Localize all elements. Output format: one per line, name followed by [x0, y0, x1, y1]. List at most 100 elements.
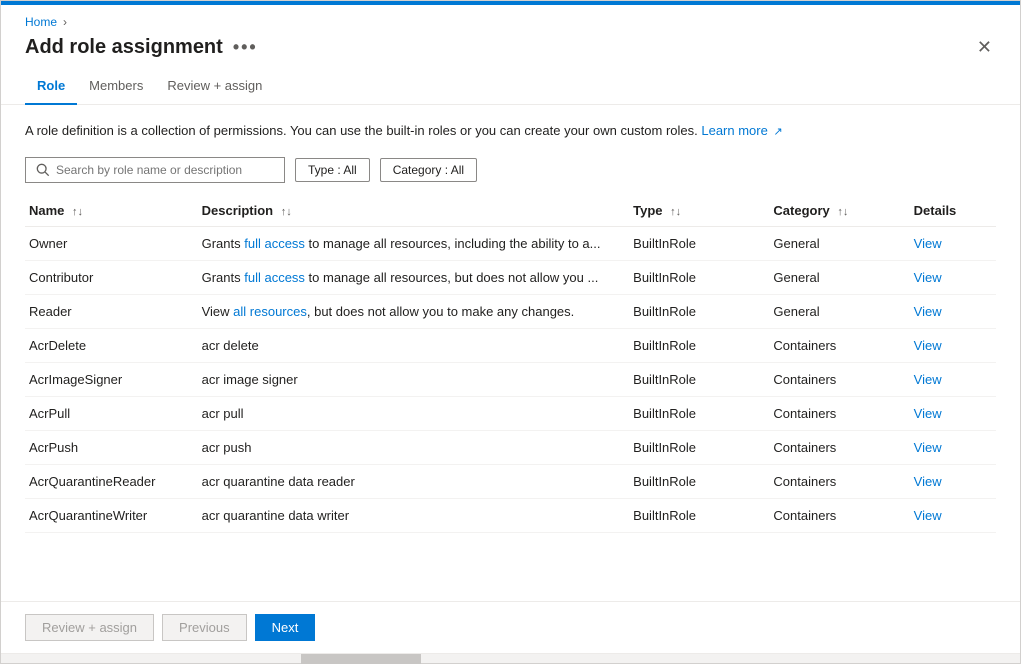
sort-icon-category: ↑↓: [837, 206, 848, 218]
dialog-title: Add role assignment •••: [25, 36, 258, 59]
cell-category: General: [769, 260, 909, 294]
cell-description: acr push: [198, 430, 630, 464]
cell-details: View: [910, 362, 996, 396]
view-link[interactable]: View: [914, 372, 942, 387]
horizontal-scrollbar[interactable]: [1, 653, 1020, 663]
view-link[interactable]: View: [914, 338, 942, 353]
cell-category: Containers: [769, 328, 909, 362]
view-link[interactable]: View: [914, 304, 942, 319]
table-row[interactable]: AcrPushacr pushBuiltInRoleContainers View: [25, 430, 996, 464]
cell-description: View all resources, but does not allow y…: [198, 294, 630, 328]
cell-type: BuiltInRole: [629, 464, 769, 498]
more-options-icon[interactable]: •••: [233, 37, 258, 58]
title-text: Add role assignment: [25, 36, 223, 59]
cell-category: General: [769, 226, 909, 260]
col-header-description[interactable]: Description ↑↓: [198, 195, 630, 227]
add-role-assignment-dialog: Home › Add role assignment ••• ✕ Role Me…: [0, 0, 1021, 664]
cell-type: BuiltInRole: [629, 260, 769, 294]
previous-button[interactable]: Previous: [162, 614, 247, 641]
cell-category: General: [769, 294, 909, 328]
cell-name: AcrPull: [25, 396, 198, 430]
cell-details: View: [910, 396, 996, 430]
col-header-category[interactable]: Category ↑↓: [769, 195, 909, 227]
cell-details: View: [910, 498, 996, 532]
cell-name: AcrQuarantineWriter: [25, 498, 198, 532]
footer: Review + assign Previous Next: [1, 601, 1020, 653]
dialog-header: Add role assignment ••• ✕: [1, 33, 1020, 70]
cell-name: Contributor: [25, 260, 198, 294]
cell-description: acr quarantine data writer: [198, 498, 630, 532]
tab-members[interactable]: Members: [77, 70, 155, 105]
category-filter-pill[interactable]: Category : All: [380, 158, 477, 182]
view-link[interactable]: View: [914, 474, 942, 489]
next-button[interactable]: Next: [255, 614, 316, 641]
col-header-type[interactable]: Type ↑↓: [629, 195, 769, 227]
table-row[interactable]: ReaderView all resources, but does not a…: [25, 294, 996, 328]
cell-description: acr quarantine data reader: [198, 464, 630, 498]
cell-type: BuiltInRole: [629, 430, 769, 464]
col-header-name[interactable]: Name ↑↓: [25, 195, 198, 227]
sort-icon-description: ↑↓: [281, 206, 292, 218]
horizontal-scrollbar-thumb[interactable]: [301, 654, 421, 664]
learn-more-link[interactable]: Learn more ↗: [701, 123, 782, 138]
table-row[interactable]: AcrPullacr pullBuiltInRoleContainers View: [25, 396, 996, 430]
description-text: A role definition is a collection of per…: [25, 121, 996, 141]
table-row[interactable]: OwnerGrants full access to manage all re…: [25, 226, 996, 260]
col-header-details: Details: [910, 195, 996, 227]
close-button[interactable]: ✕: [973, 33, 996, 62]
table-row[interactable]: AcrQuarantineReaderacr quarantine data r…: [25, 464, 996, 498]
breadcrumb-separator: ›: [63, 15, 67, 29]
cell-description: acr delete: [198, 328, 630, 362]
search-box[interactable]: [25, 157, 285, 183]
table-row[interactable]: AcrQuarantineWriteracr quarantine data w…: [25, 498, 996, 532]
table-header-row: Name ↑↓ Description ↑↓ Type ↑↓ Category …: [25, 195, 996, 227]
cell-name: Owner: [25, 226, 198, 260]
table-row[interactable]: AcrDeleteacr deleteBuiltInRoleContainers…: [25, 328, 996, 362]
cell-type: BuiltInRole: [629, 498, 769, 532]
close-icon: ✕: [977, 37, 992, 58]
cell-category: Containers: [769, 362, 909, 396]
cell-name: Reader: [25, 294, 198, 328]
cell-type: BuiltInRole: [629, 396, 769, 430]
view-link[interactable]: View: [914, 406, 942, 421]
table-row[interactable]: ContributorGrants full access to manage …: [25, 260, 996, 294]
view-link[interactable]: View: [914, 440, 942, 455]
cell-name: AcrImageSigner: [25, 362, 198, 396]
content-area: A role definition is a collection of per…: [1, 105, 1020, 601]
tab-role[interactable]: Role: [25, 70, 77, 105]
cell-category: Containers: [769, 498, 909, 532]
cell-description: acr pull: [198, 396, 630, 430]
sort-icon-name: ↑↓: [72, 206, 83, 218]
breadcrumb-home-link[interactable]: Home: [25, 15, 57, 29]
cell-type: BuiltInRole: [629, 294, 769, 328]
cell-name: AcrPush: [25, 430, 198, 464]
filters-row: Type : All Category : All: [25, 157, 996, 183]
review-assign-button[interactable]: Review + assign: [25, 614, 154, 641]
view-link[interactable]: View: [914, 270, 942, 285]
view-link[interactable]: View: [914, 236, 942, 251]
tab-review-assign[interactable]: Review + assign: [155, 70, 274, 105]
cell-name: AcrDelete: [25, 328, 198, 362]
cell-details: View: [910, 260, 996, 294]
cell-details: View: [910, 226, 996, 260]
external-link-icon: ↗: [773, 126, 782, 138]
cell-description: acr image signer: [198, 362, 630, 396]
cell-category: Containers: [769, 430, 909, 464]
cell-details: View: [910, 294, 996, 328]
cell-details: View: [910, 430, 996, 464]
table-row[interactable]: AcrImageSigneracr image signerBuiltInRol…: [25, 362, 996, 396]
cell-category: Containers: [769, 396, 909, 430]
cell-type: BuiltInRole: [629, 362, 769, 396]
search-input[interactable]: [56, 163, 274, 177]
cell-description: Grants full access to manage all resourc…: [198, 260, 630, 294]
cell-description: Grants full access to manage all resourc…: [198, 226, 630, 260]
cell-type: BuiltInRole: [629, 226, 769, 260]
view-link[interactable]: View: [914, 508, 942, 523]
search-icon: [36, 163, 50, 177]
breadcrumb: Home ›: [1, 5, 1020, 33]
cell-type: BuiltInRole: [629, 328, 769, 362]
cell-details: View: [910, 464, 996, 498]
roles-table-container: Name ↑↓ Description ↑↓ Type ↑↓ Category …: [25, 195, 996, 602]
cell-category: Containers: [769, 464, 909, 498]
type-filter-pill[interactable]: Type : All: [295, 158, 370, 182]
